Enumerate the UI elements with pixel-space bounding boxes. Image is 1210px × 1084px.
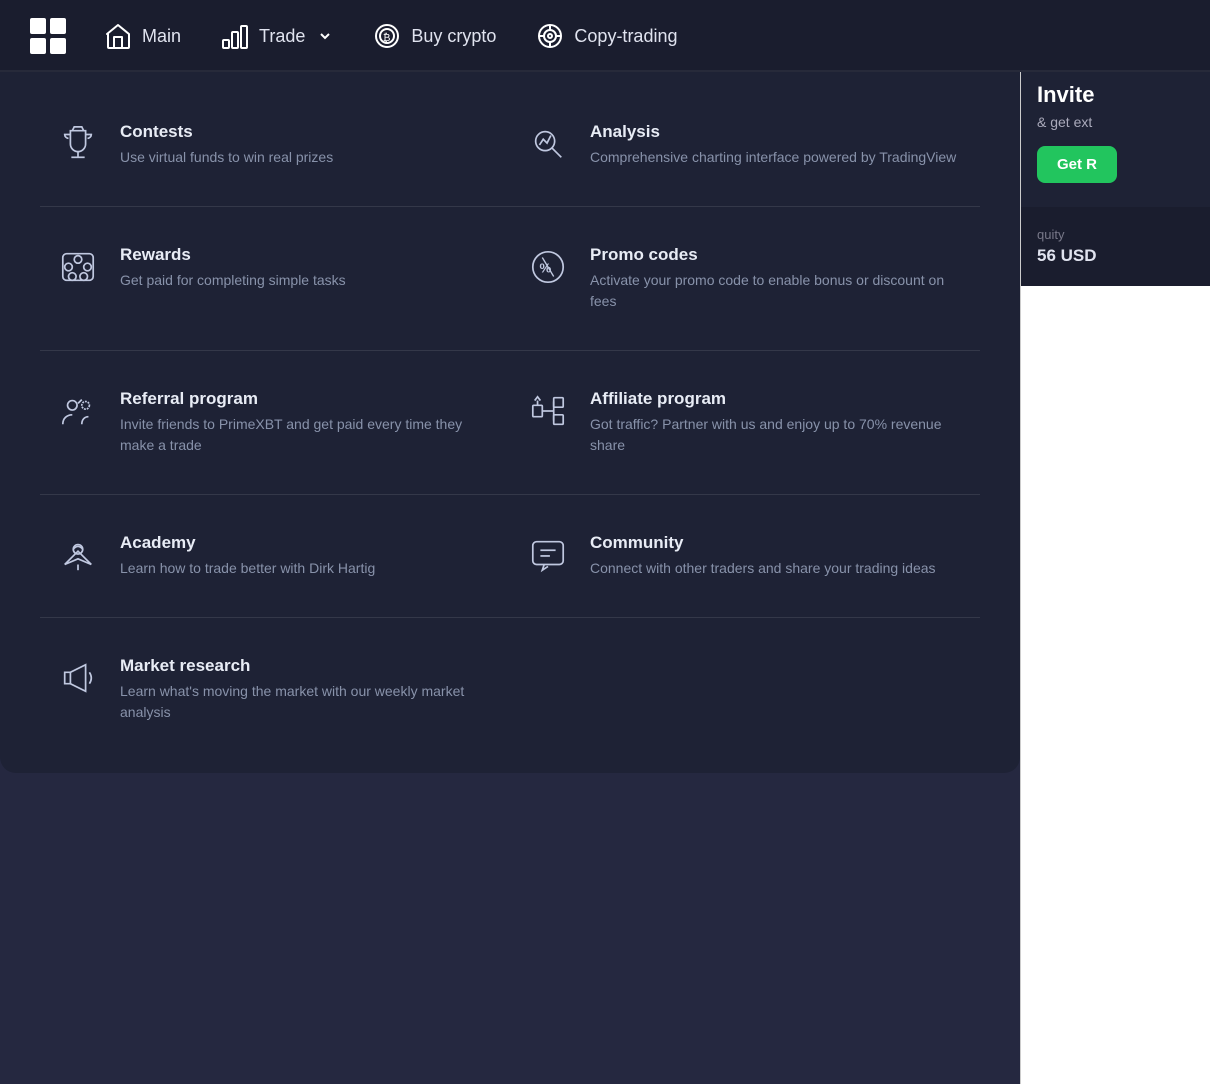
referral-icon (56, 389, 100, 433)
home-icon (104, 22, 132, 50)
dropdown-item-referral[interactable]: Referral program Invite friends to Prime… (40, 371, 510, 474)
promo-title: Promo codes (590, 245, 964, 265)
academy-desc: Learn how to trade better with Dirk Hart… (120, 558, 375, 579)
analysis-title: Analysis (590, 122, 956, 142)
nav-item-copy-trading[interactable]: Copy-trading (520, 12, 693, 60)
referral-text: Referral program Invite friends to Prime… (120, 389, 494, 456)
copy-trading-icon (536, 22, 564, 50)
nav-item-main[interactable]: Main (88, 12, 197, 60)
trophy-icon (56, 122, 100, 166)
rewards-desc: Get paid for completing simple tasks (120, 270, 346, 291)
dropdown-menu: Contests Use virtual funds to win real p… (0, 72, 1020, 773)
community-icon (526, 533, 570, 577)
buy-crypto-icon: ₿ (373, 22, 401, 50)
chart-search-icon (526, 122, 570, 166)
chevron-down-icon (317, 28, 333, 44)
community-title: Community (590, 533, 936, 553)
contests-title: Contests (120, 122, 333, 142)
rewards-icon (56, 245, 100, 289)
referral-title: Referral program (120, 389, 494, 409)
analysis-text: Analysis Comprehensive charting interfac… (590, 122, 956, 168)
megaphone-icon (56, 656, 100, 700)
rewards-title: Rewards (120, 245, 346, 265)
affiliate-desc: Got traffic? Partner with us and enjoy u… (590, 414, 964, 456)
promo-text: Promo codes Activate your promo code to … (590, 245, 964, 312)
rewards-text: Rewards Get paid for completing simple t… (120, 245, 346, 291)
equity-section: quity 56 USD (1021, 207, 1210, 286)
nav-item-trade[interactable]: Trade (205, 12, 349, 60)
dropdown-item-contests[interactable]: Contests Use virtual funds to win real p… (40, 104, 510, 186)
affiliate-text: Affiliate program Got traffic? Partner w… (590, 389, 964, 456)
buy-crypto-label: Buy crypto (411, 26, 496, 47)
invite-sub: & get ext (1037, 114, 1194, 130)
contests-text: Contests Use virtual funds to win real p… (120, 122, 333, 168)
copy-trading-label: Copy-trading (574, 26, 677, 47)
trade-label: Trade (259, 26, 305, 47)
navbar: Main Trade ₿ Buy crypto (0, 0, 1210, 72)
academy-title: Academy (120, 533, 375, 553)
section-divider-1 (40, 206, 980, 207)
trade-icon (221, 22, 249, 50)
promo-icon: % (526, 245, 570, 289)
equity-value: 56 USD (1037, 246, 1194, 266)
contests-desc: Use virtual funds to win real prizes (120, 147, 333, 168)
market-research-text: Market research Learn what's moving the … (120, 656, 494, 723)
analysis-desc: Comprehensive charting interface powered… (590, 147, 956, 168)
main-label: Main (142, 26, 181, 47)
nav-item-buy-crypto[interactable]: ₿ Buy crypto (357, 12, 512, 60)
academy-text: Academy Learn how to trade better with D… (120, 533, 375, 579)
svg-text:₿: ₿ (383, 32, 390, 44)
affiliate-icon (526, 389, 570, 433)
equity-label: quity (1037, 227, 1194, 242)
invite-section: Invite & get ext Get R (1021, 58, 1210, 207)
invite-title: Invite (1037, 82, 1194, 108)
dropdown-item-academy[interactable]: Academy Learn how to trade better with D… (40, 515, 510, 597)
dropdown-item-community[interactable]: Community Connect with other traders and… (510, 515, 980, 597)
community-desc: Connect with other traders and share you… (590, 558, 936, 579)
nav-logo[interactable] (24, 12, 72, 60)
right-panel: drawal limit Invite & get ext Get R quit… (1020, 0, 1210, 1084)
market-research-title: Market research (120, 656, 494, 676)
market-research-desc: Learn what's moving the market with our … (120, 681, 494, 723)
dropdown-item-affiliate[interactable]: Affiliate program Got traffic? Partner w… (510, 371, 980, 474)
navbar-border (0, 70, 1210, 72)
academy-icon (56, 533, 100, 577)
dropdown-grid: Contests Use virtual funds to win real p… (40, 104, 980, 741)
affiliate-title: Affiliate program (590, 389, 964, 409)
dropdown-item-analysis[interactable]: Analysis Comprehensive charting interfac… (510, 104, 980, 186)
dropdown-item-market-research[interactable]: Market research Learn what's moving the … (40, 638, 510, 741)
section-divider-4 (40, 617, 980, 618)
promo-desc: Activate your promo code to enable bonus… (590, 270, 964, 312)
referral-desc: Invite friends to PrimeXBT and get paid … (120, 414, 494, 456)
get-referral-button[interactable]: Get R (1037, 146, 1117, 183)
section-divider-3 (40, 494, 980, 495)
dropdown-item-rewards[interactable]: Rewards Get paid for completing simple t… (40, 227, 510, 330)
section-divider-2 (40, 350, 980, 351)
dropdown-item-promo[interactable]: % Promo codes Activate your promo code t… (510, 227, 980, 330)
community-text: Community Connect with other traders and… (590, 533, 936, 579)
